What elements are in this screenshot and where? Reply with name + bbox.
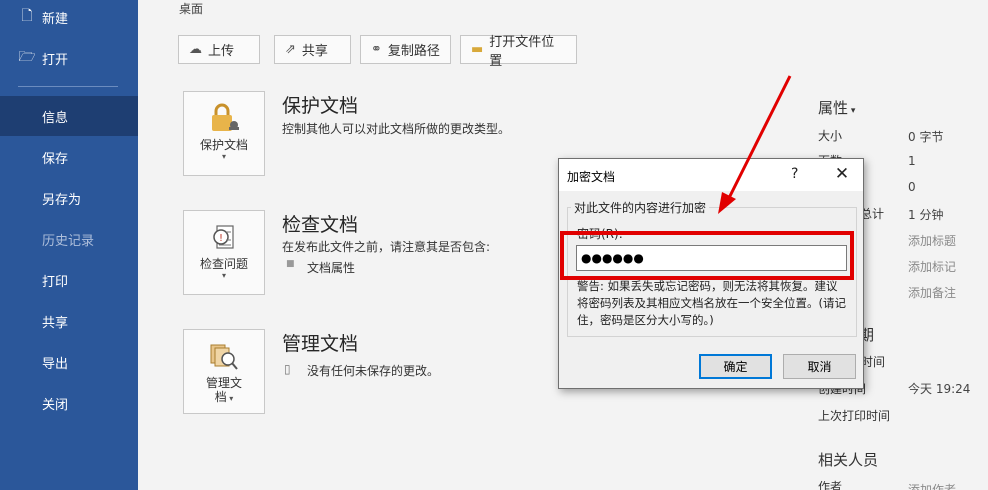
annotation-arrow bbox=[718, 75, 792, 214]
